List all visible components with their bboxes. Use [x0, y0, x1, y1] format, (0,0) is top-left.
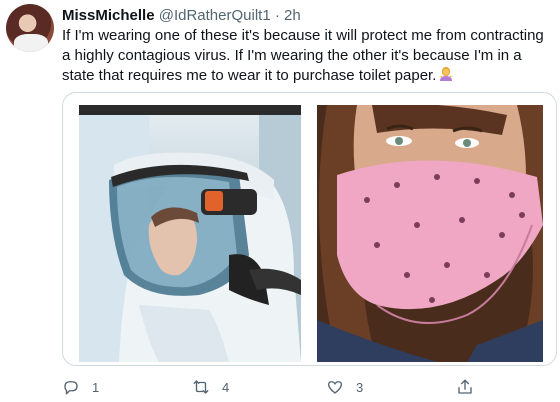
tweet-body: If I'm wearing one of these it's because… — [62, 27, 544, 84]
retweet-button[interactable]: 4 — [192, 376, 229, 398]
avatar-shirt — [14, 34, 48, 52]
media-grid[interactable] — [62, 92, 557, 366]
share-icon — [458, 379, 472, 394]
tweet-text: If I'm wearing one of these it's because… — [62, 26, 552, 86]
retweet-count: 4 — [222, 379, 230, 395]
retweet-icon — [193, 380, 209, 394]
display-name[interactable]: MissMichelle — [62, 7, 155, 24]
like-button[interactable]: 3 — [326, 376, 363, 398]
separator-dot: · — [274, 7, 280, 24]
tweet-header: MissMichelle @IdRatherQuilt1 · 2h — [62, 6, 301, 26]
avatar[interactable] — [6, 4, 54, 52]
action-bar: 1 4 3 — [62, 376, 552, 400]
reply-button[interactable]: 1 — [62, 376, 99, 398]
share-button[interactable] — [456, 376, 474, 398]
photo-bandana-woman[interactable] — [317, 105, 543, 362]
like-icon — [327, 381, 343, 394]
reply-count: 1 — [92, 379, 100, 395]
photo-hazmat-scientist[interactable] — [79, 105, 301, 362]
hazmat-illustration — [79, 115, 301, 362]
bandana-illustration — [317, 105, 543, 362]
timestamp[interactable]: 2h — [284, 7, 301, 24]
reply-icon — [64, 381, 78, 395]
like-count: 3 — [356, 379, 364, 395]
woman-shrugging-emoji — [439, 66, 454, 81]
user-handle[interactable]: @IdRatherQuilt1 — [159, 7, 271, 24]
